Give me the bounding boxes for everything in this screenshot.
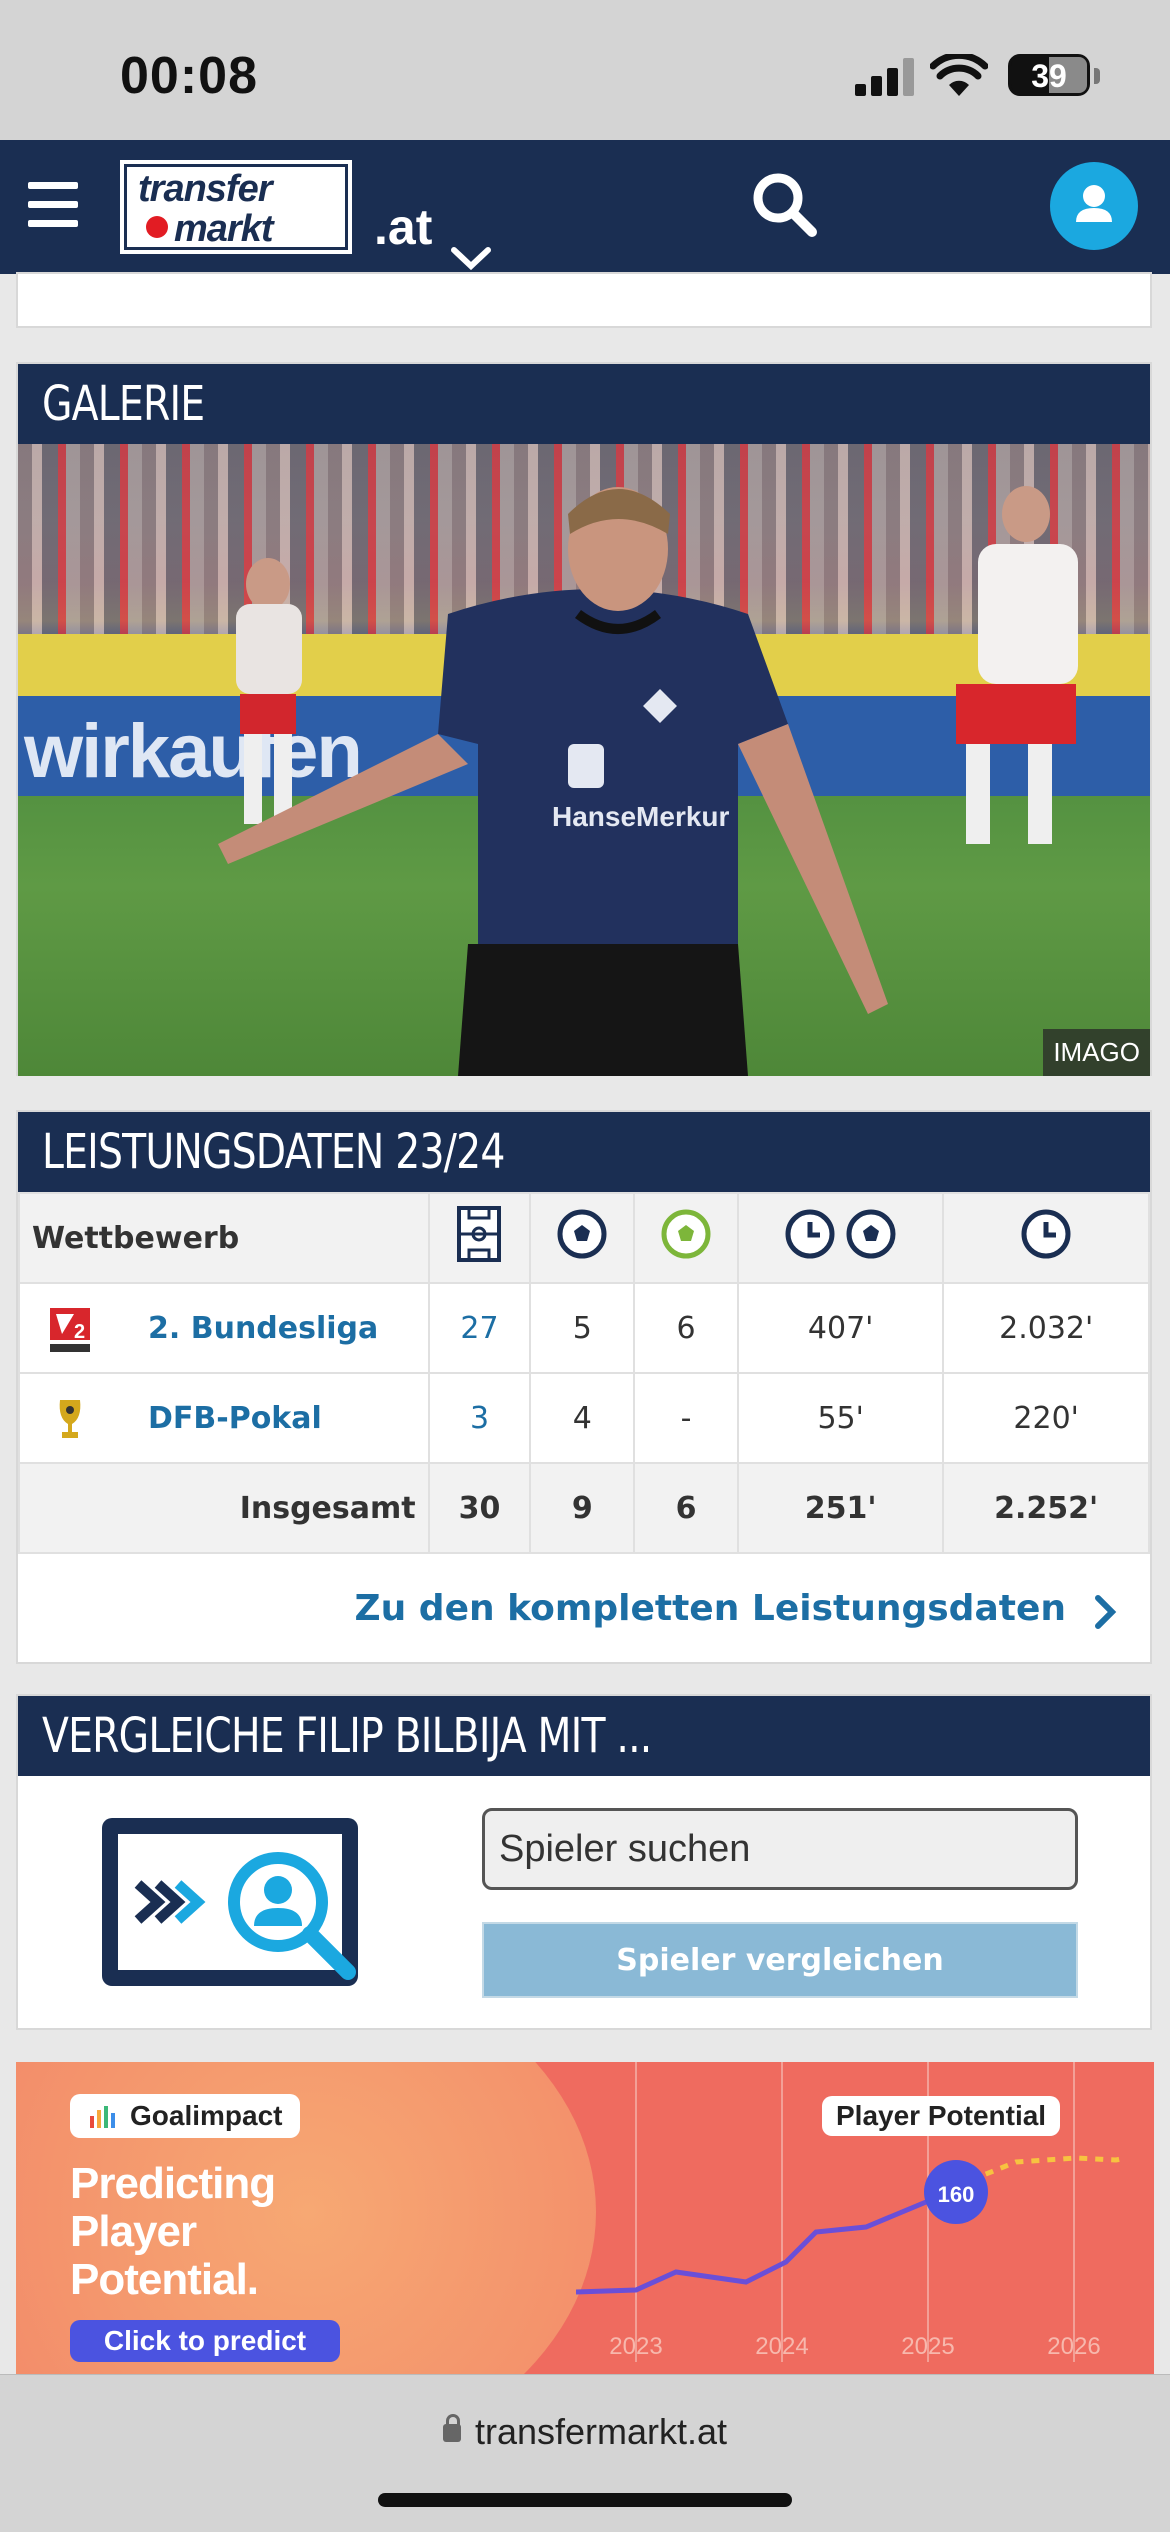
minutes-cell: 2.032' xyxy=(942,1282,1150,1374)
chevron-right-icon[interactable] xyxy=(1090,1592,1120,1632)
logo-line2: markt xyxy=(174,208,273,250)
player-search-input[interactable] xyxy=(482,1808,1078,1890)
total-min-per-goal: 251' xyxy=(736,1462,945,1554)
ad-year: 2026 xyxy=(1047,2333,1100,2360)
photo-credit: IMAGO xyxy=(1043,1029,1150,1076)
total-row: Insgesamt 30 9 6 251' 2.252' xyxy=(18,1462,1150,1554)
gallery-section: GALERIE wirkaufen HanseMerkur IMAGO xyxy=(16,362,1152,1076)
svg-text:HanseMerkur: HanseMerkur xyxy=(552,801,730,832)
site-header: transfer markt .at xyxy=(0,140,1170,274)
player-figure: HanseMerkur xyxy=(218,486,1078,1076)
pitch-icon xyxy=(457,1206,502,1262)
svg-text:2: 2 xyxy=(74,1321,85,1343)
compare-body: Spieler vergleichen xyxy=(18,1776,1150,2030)
status-bar: 00:08 39 xyxy=(0,0,1170,140)
ad-year: 2024 xyxy=(755,2333,808,2360)
browser-bottom-bar: transfermarkt.at xyxy=(0,2374,1170,2532)
gallery-photo[interactable]: wirkaufen HanseMerkur IMAGO xyxy=(18,444,1150,1076)
stats-section: LEISTUNGSDATEN 23/24 Wettbewerb 2 2. Bun… xyxy=(16,1110,1152,1664)
ad-headline: Predicting Player Potential. xyxy=(70,2159,276,2304)
total-assists: 6 xyxy=(633,1462,739,1554)
appearances-cell[interactable]: 27 xyxy=(427,1282,532,1374)
home-indicator[interactable] xyxy=(378,2493,792,2507)
competition-cell[interactable]: DFB-Pokal xyxy=(18,1372,430,1464)
competition-name[interactable]: 2. Bundesliga xyxy=(148,1311,378,1346)
clock-icon xyxy=(785,1209,835,1259)
user-icon xyxy=(1076,185,1112,222)
ad-brand-name: Goalimpact xyxy=(130,2100,283,2131)
ad-year: 2025 xyxy=(901,2333,954,2360)
min-per-goal-cell: 407' xyxy=(736,1282,945,1374)
total-minutes: 2.252' xyxy=(942,1462,1150,1554)
goals-cell: 5 xyxy=(529,1282,636,1374)
previous-section xyxy=(16,272,1152,328)
wifi-icon xyxy=(930,54,988,96)
url-text[interactable]: transfermarkt.at xyxy=(475,2411,727,2452)
competition-name[interactable]: DFB-Pokal xyxy=(148,1401,322,1436)
signal-icon xyxy=(855,58,915,96)
assists-cell: 6 xyxy=(633,1282,739,1374)
appearances-cell[interactable]: 3 xyxy=(427,1372,532,1464)
stats-title: LEISTUNGSDATEN 23/24 xyxy=(18,1112,1150,1192)
col-minutes-per-goal xyxy=(736,1192,945,1284)
total-label: Insgesamt xyxy=(18,1462,430,1554)
goalimpact-ad[interactable]: 160 2023 2024 2025 2026 Goalimpact Predi… xyxy=(16,2062,1154,2374)
compare-title: VERGLEICHE FILIP BILBIJA MIT ... xyxy=(18,1696,1150,1776)
bundesliga-2-icon: 2 xyxy=(50,1308,90,1352)
full-stats-link[interactable]: Zu den kompletten Leistungsdaten xyxy=(18,1554,1150,1666)
battery-tip xyxy=(1094,68,1100,84)
competition-cell[interactable]: 2 2. Bundesliga xyxy=(18,1282,430,1374)
ad-year: 2023 xyxy=(609,2333,662,2360)
dfb-pokal-icon xyxy=(59,1400,81,1438)
compare-button[interactable]: Spieler vergleichen xyxy=(482,1922,1078,1998)
compare-illustration-icon xyxy=(102,1818,358,1986)
stats-table: Wettbewerb 2 2. Bundesliga 27 5 6 407' 2… xyxy=(18,1192,1150,1554)
assist-ball-icon xyxy=(661,1209,711,1259)
table-row: DFB-Pokal 3 4 - 55' 220' xyxy=(18,1372,1150,1464)
table-row: 2 2. Bundesliga 27 5 6 407' 2.032' xyxy=(18,1282,1150,1374)
ad-chart-label: Player Potential xyxy=(822,2096,1061,2136)
ad-brand-badge: Goalimpact xyxy=(70,2094,301,2138)
logo-ball-icon xyxy=(146,216,168,238)
compare-section: VERGLEICHE FILIP BILBIJA MIT ... Spieler… xyxy=(16,1694,1152,2030)
menu-icon[interactable] xyxy=(28,182,78,228)
address-bar[interactable]: transfermarkt.at xyxy=(0,2411,1170,2453)
col-minutes xyxy=(942,1192,1150,1284)
clock-icon xyxy=(1021,1209,1071,1259)
goalimpact-logo-icon xyxy=(90,2106,115,2128)
stats-header-row: Wettbewerb xyxy=(18,1192,1150,1284)
battery-icon: 39 xyxy=(1008,54,1090,96)
ad-value: 160 xyxy=(938,2182,975,2207)
ball-icon xyxy=(846,1209,896,1259)
ad-cta-button[interactable]: Click to predict xyxy=(70,2320,340,2362)
gallery-title: GALERIE xyxy=(18,364,1150,444)
goals-cell: 4 xyxy=(529,1372,636,1464)
col-assists xyxy=(633,1192,739,1284)
col-goals xyxy=(529,1192,636,1284)
status-time: 00:08 xyxy=(120,47,258,105)
lock-icon xyxy=(442,2414,461,2442)
total-goals: 9 xyxy=(529,1462,636,1554)
full-stats-link-text[interactable]: Zu den kompletten Leistungsdaten xyxy=(355,1588,1066,1629)
chevron-down-icon[interactable] xyxy=(448,204,494,280)
col-competition: Wettbewerb xyxy=(18,1192,430,1284)
domain-selector[interactable]: .at xyxy=(374,198,432,256)
site-logo[interactable]: transfer markt xyxy=(120,160,352,254)
assists-cell: - xyxy=(633,1372,739,1464)
search-icon[interactable] xyxy=(750,170,820,240)
battery-level: 39 xyxy=(1031,58,1067,94)
col-appearances xyxy=(427,1192,532,1284)
logo-line1: transfer xyxy=(138,168,272,210)
minutes-cell: 220' xyxy=(942,1372,1150,1464)
profile-button[interactable] xyxy=(1050,162,1138,250)
total-appearances: 30 xyxy=(427,1462,532,1554)
min-per-goal-cell: 55' xyxy=(736,1372,945,1464)
ball-icon xyxy=(557,1209,607,1259)
